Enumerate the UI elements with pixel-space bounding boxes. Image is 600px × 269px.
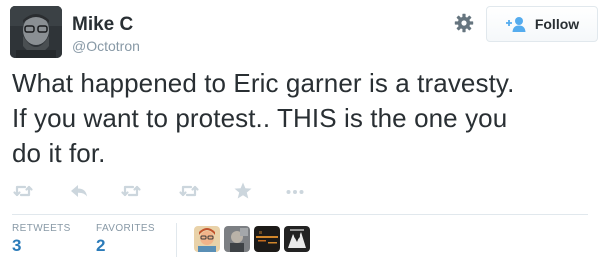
retweet-icon[interactable] (120, 180, 142, 202)
favoriter-avatar[interactable] (254, 226, 280, 252)
user-name[interactable]: Mike C (72, 14, 133, 36)
user-handle[interactable]: @Octotron (72, 38, 140, 54)
user-avatar[interactable] (10, 6, 62, 58)
tweet-text-line: If you want to protest.. THIS is the one… (12, 103, 508, 133)
tweet-actions (12, 180, 412, 204)
favoriter-avatar[interactable] (194, 226, 220, 252)
retweets-label[interactable]: RETWEETS (12, 223, 71, 234)
add-user-icon (505, 16, 527, 32)
favoriter-avatar[interactable] (224, 226, 250, 252)
reply-icon[interactable] (68, 180, 90, 202)
favorite-star-icon[interactable] (232, 180, 254, 202)
stats-divider (12, 214, 588, 215)
favorites-count[interactable]: 2 (96, 236, 105, 256)
retweet-icon[interactable] (12, 180, 34, 202)
retweets-count[interactable]: 3 (12, 236, 21, 256)
follow-label: Follow (534, 16, 580, 32)
tweet-text-line: do it for. (12, 138, 106, 168)
more-icon[interactable] (284, 180, 306, 202)
favorites-label[interactable]: FAVORITES (96, 223, 155, 234)
favoriter-avatar[interactable] (284, 226, 310, 252)
tweet-text: What happened to Eric garner is a traves… (12, 66, 588, 171)
tweet-header: Mike C @Octotron Follow (10, 6, 598, 60)
gear-icon[interactable] (454, 13, 474, 33)
stats-vertical-divider (176, 223, 177, 257)
tweet-text-line: What happened to Eric garner is a traves… (12, 68, 515, 98)
follow-button[interactable]: Follow (486, 6, 598, 42)
retweet-icon[interactable] (178, 180, 200, 202)
